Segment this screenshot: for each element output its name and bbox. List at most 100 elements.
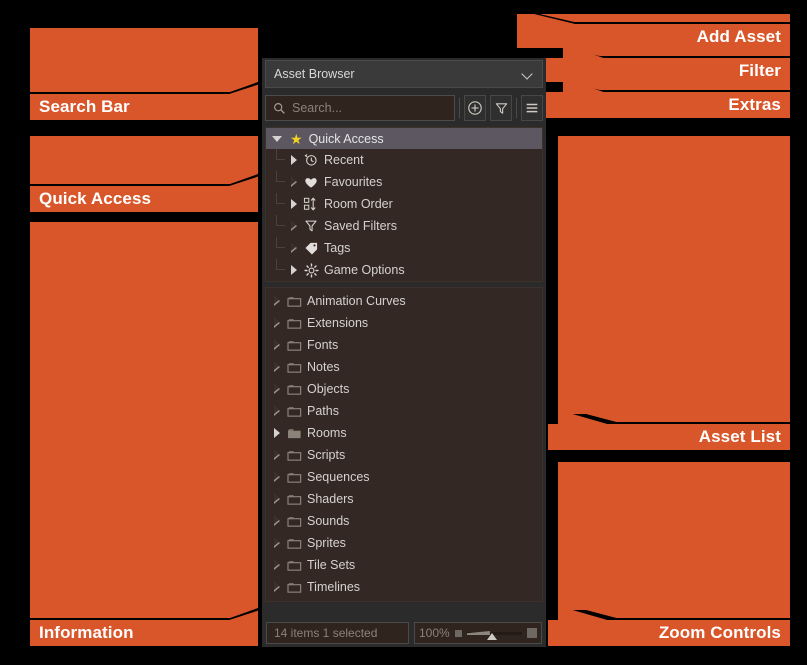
callout-label: Filter	[517, 58, 790, 84]
expand-arrow-icon[interactable]	[288, 153, 302, 167]
tree-item-saved-filters[interactable]: Saved Filters	[266, 215, 542, 237]
zoom-level-label: 100%	[419, 626, 450, 640]
callout-body	[558, 462, 790, 618]
callout-filter: Filter	[517, 48, 790, 84]
quick-access-group: ★ Quick Access Recent Favourites Room Or…	[265, 127, 543, 282]
expand-arrow-icon[interactable]	[271, 294, 285, 308]
zoom-in-button[interactable]	[527, 628, 537, 638]
callout-body	[30, 222, 258, 618]
callout-body	[558, 136, 790, 422]
expand-arrow-icon[interactable]	[288, 197, 302, 211]
zoom-slider[interactable]	[466, 625, 522, 641]
expand-arrow-icon[interactable]	[288, 241, 302, 255]
tree-item-fonts[interactable]: Fonts	[266, 334, 542, 356]
folder-icon	[285, 449, 303, 462]
zoom-controls[interactable]: 100%	[414, 622, 542, 644]
tree-item-label: Game Options	[324, 263, 405, 277]
tree-item-sounds[interactable]: Sounds	[266, 510, 542, 532]
tree-guide	[276, 237, 285, 248]
expand-arrow-icon[interactable]	[271, 404, 285, 418]
folder-icon	[285, 559, 303, 572]
tree-item-label: Timelines	[307, 580, 361, 594]
tree-item-sequences[interactable]: Sequences	[266, 466, 542, 488]
folder-icon	[285, 361, 303, 374]
zoom-slider-thumb[interactable]	[486, 633, 497, 640]
tree-guide	[276, 259, 285, 270]
expand-arrow-icon[interactable]	[271, 426, 285, 440]
tree-item-game-options[interactable]: Game Options	[266, 259, 542, 281]
tree-item-favourites[interactable]: Favourites	[266, 171, 542, 193]
tree-item-extensions[interactable]: Extensions	[266, 312, 542, 334]
annotated-screenshot: Search Bar Quick Access Information Add …	[0, 0, 807, 665]
folder-icon	[285, 515, 303, 528]
filter-button[interactable]	[490, 95, 512, 121]
tree-item-label: Shaders	[307, 492, 354, 506]
tree-item-label: Sequences	[307, 470, 370, 484]
tree-item-room-order[interactable]: Room Order	[266, 193, 542, 215]
callout-label: Quick Access	[30, 186, 258, 212]
tree-item-paths[interactable]: Paths	[266, 400, 542, 422]
tree-item-shaders[interactable]: Shaders	[266, 488, 542, 510]
funnel-icon	[302, 219, 320, 233]
search-input[interactable]: Search...	[265, 95, 455, 121]
zoom-out-button[interactable]	[454, 629, 462, 637]
tree-item-recent[interactable]: Recent	[266, 149, 542, 171]
tree-item-label: Saved Filters	[324, 219, 397, 233]
caret-down-icon[interactable]	[271, 132, 284, 145]
tree-item-label: Rooms	[307, 426, 347, 440]
expand-arrow-icon[interactable]	[288, 219, 302, 233]
callout-body	[563, 82, 790, 90]
quick-access-header[interactable]: ★ Quick Access	[266, 128, 542, 149]
add-asset-button[interactable]	[464, 95, 486, 121]
expand-arrow-icon[interactable]	[288, 263, 302, 277]
tree-item-tags[interactable]: Tags	[266, 237, 542, 259]
chevron-down-icon[interactable]	[522, 68, 534, 80]
tree-item-label: Tags	[324, 241, 351, 255]
extras-button[interactable]	[521, 95, 543, 121]
callout-body	[563, 48, 790, 56]
callout-label: Asset List	[548, 424, 790, 450]
tree-item-objects[interactable]: Objects	[266, 378, 542, 400]
asset-browser-panel: Asset Browser Search... ★ Quick Access R…	[262, 58, 546, 647]
tree-guide	[276, 171, 285, 182]
expand-arrow-icon[interactable]	[271, 470, 285, 484]
panel-header[interactable]: Asset Browser	[265, 60, 543, 88]
tree-item-notes[interactable]: Notes	[266, 356, 542, 378]
expand-arrow-icon[interactable]	[271, 448, 285, 462]
toolbar: Search...	[265, 93, 543, 123]
expand-arrow-icon[interactable]	[271, 316, 285, 330]
expand-arrow-icon[interactable]	[271, 360, 285, 374]
folder-list: Animation Curves Extensions Fonts Notes …	[265, 287, 543, 602]
folder-icon	[285, 493, 303, 506]
expand-arrow-icon[interactable]	[271, 536, 285, 550]
expand-arrow-icon[interactable]	[271, 338, 285, 352]
tree-item-tile-sets[interactable]: Tile Sets	[266, 554, 542, 576]
callout-zoom-controls: Zoom Controls	[548, 462, 790, 646]
expand-arrow-icon[interactable]	[271, 580, 285, 594]
tree-item-animation-curves[interactable]: Animation Curves	[266, 290, 542, 312]
expand-arrow-icon[interactable]	[271, 492, 285, 506]
expand-arrow-icon[interactable]	[271, 558, 285, 572]
hamburger-menu-icon	[526, 103, 538, 113]
callout-extras: Extras	[517, 82, 790, 118]
toolbar-separator	[459, 98, 460, 118]
room-order-icon	[302, 197, 320, 211]
expand-arrow-icon[interactable]	[271, 514, 285, 528]
callout-search-bar: Search Bar	[30, 28, 258, 120]
callout-add-asset: Add Asset	[517, 14, 790, 50]
status-bar: 14 items 1 selected 100%	[262, 619, 546, 647]
tree-item-label: Sprites	[307, 536, 346, 550]
tree-guide	[276, 149, 285, 160]
callout-label: Zoom Controls	[548, 620, 790, 646]
tree-item-timelines[interactable]: Timelines	[266, 576, 542, 598]
expand-arrow-icon[interactable]	[271, 382, 285, 396]
folder-icon	[285, 317, 303, 330]
heart-icon	[302, 176, 320, 189]
tree-item-sprites[interactable]: Sprites	[266, 532, 542, 554]
folder-icon	[285, 339, 303, 352]
folder-full-icon	[285, 427, 303, 440]
tree-item-label: Objects	[307, 382, 350, 396]
expand-arrow-icon[interactable]	[288, 175, 302, 189]
tree-item-scripts[interactable]: Scripts	[266, 444, 542, 466]
tree-item-rooms[interactable]: Rooms	[266, 422, 542, 444]
